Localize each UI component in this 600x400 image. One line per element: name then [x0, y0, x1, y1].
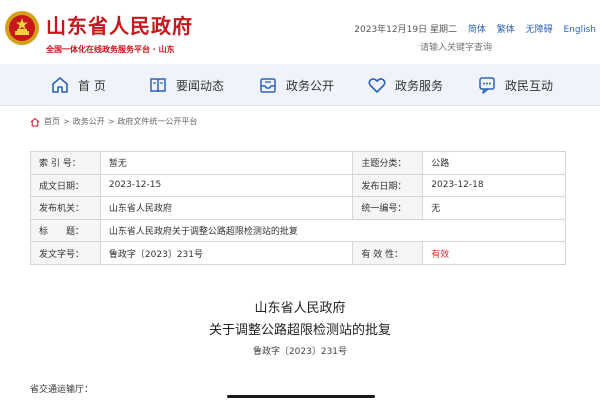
- book-icon: [150, 78, 166, 93]
- home-icon: [52, 77, 68, 93]
- breadcrumb-separator: >: [63, 117, 70, 126]
- chat-icon: [479, 77, 495, 94]
- title-label: 标 题：: [30, 218, 101, 243]
- heart-icon: [368, 78, 386, 93]
- nav-label: 政务公开: [286, 78, 335, 93]
- nav-item-open-government[interactable]: 政务公开: [258, 64, 334, 106]
- link-english[interactable]: English: [564, 25, 597, 35]
- table-row: 发文字号： 鲁政字〔2023〕231号 有 效 性： 有效: [30, 241, 566, 265]
- doc-number-label: 发文字号：: [30, 241, 101, 265]
- issuer-value: 山东省人民政府: [99, 196, 354, 220]
- document-issuer-heading: 山东省人民政府: [254, 301, 346, 316]
- main-nav: 首 页 要闻动态 政务公开 政务服务 政民互动: [0, 64, 600, 106]
- breadcrumb-home[interactable]: 首页: [44, 116, 60, 127]
- published-date-label: 发布日期：: [352, 173, 424, 198]
- published-date-value: 2023-12-18: [422, 173, 566, 198]
- doc-number-value: 鲁政字〔2023〕231号: [99, 241, 354, 265]
- current-date: 2023年12月19日 星期二: [354, 25, 457, 35]
- national-emblem-icon: [5, 11, 39, 45]
- breadcrumb-separator: >: [107, 117, 115, 126]
- table-row: 标 题： 山东省人民政府关于调整公路超限检测站的批复: [30, 218, 567, 243]
- nav-item-interaction[interactable]: 政民互动: [477, 64, 553, 106]
- validity-value: 有效: [422, 241, 566, 265]
- breadcrumb: 首页 > 政务公开 > 政府文件统一公开平台: [30, 116, 200, 127]
- link-accessibility[interactable]: 无障碍: [526, 25, 553, 35]
- nav-label: 首 页: [78, 78, 106, 93]
- inbox-icon: [260, 78, 276, 93]
- site-header: 山东省人民政府 全国一体化在线政务服务平台 · 山东 2023年12月19日 星…: [0, 0, 600, 64]
- nav-item-home[interactable]: 首 页: [50, 64, 106, 106]
- horizontal-scrollbar[interactable]: [227, 395, 375, 398]
- breadcrumb-open-government[interactable]: 政务公开: [73, 116, 105, 127]
- document-title: 关于调整公路超限检测站的批复: [208, 323, 391, 338]
- home-icon: [30, 117, 40, 126]
- serial-label: 统一编号：: [352, 196, 424, 220]
- created-date-label: 成文日期：: [30, 173, 101, 198]
- created-date-value: 2023-12-15: [99, 173, 354, 198]
- serial-value: 无: [422, 196, 566, 220]
- document-metadata-table: 索 引 号： 暂无 主题分类： 公路 成文日期： 2023-12-15 发布日期…: [30, 151, 567, 265]
- topic-value: 公路: [422, 151, 566, 175]
- site-title[interactable]: 山东省人民政府: [46, 10, 193, 39]
- table-row: 索 引 号： 暂无 主题分类： 公路: [30, 151, 566, 175]
- nav-item-services[interactable]: 政务服务: [367, 64, 443, 106]
- nav-item-news[interactable]: 要闻动态: [148, 64, 224, 106]
- validity-label: 有 效 性：: [352, 241, 424, 265]
- index-label: 索 引 号：: [30, 151, 101, 175]
- document-number: 鲁政字〔2023〕231号: [252, 347, 348, 357]
- index-value: 暂无: [99, 151, 354, 175]
- nav-label: 要闻动态: [176, 78, 225, 93]
- link-simplified[interactable]: 简体: [468, 25, 486, 35]
- search-input[interactable]: [420, 40, 600, 56]
- top-links: 2023年12月19日 星期二 简体 繁体 无障碍 English: [354, 22, 596, 35]
- nav-label: 政民互动: [505, 78, 554, 93]
- table-row: 成文日期： 2023-12-15 发布日期： 2023-12-18: [30, 173, 566, 198]
- title-value: 山东省人民政府关于调整公路超限检测站的批复: [99, 218, 567, 243]
- topic-label: 主题分类：: [352, 151, 424, 175]
- site-subtitle: 全国一体化在线政务服务平台 · 山东: [46, 45, 175, 54]
- issuer-label: 发布机关：: [30, 196, 101, 220]
- nav-label: 政务服务: [395, 78, 444, 93]
- table-row: 发布机关： 山东省人民政府 统一编号： 无: [30, 196, 566, 220]
- link-traditional[interactable]: 繁体: [497, 25, 515, 35]
- breadcrumb-file-platform[interactable]: 政府文件统一公开平台: [117, 116, 197, 127]
- document-recipient: 省交通运输厅：: [30, 385, 94, 395]
